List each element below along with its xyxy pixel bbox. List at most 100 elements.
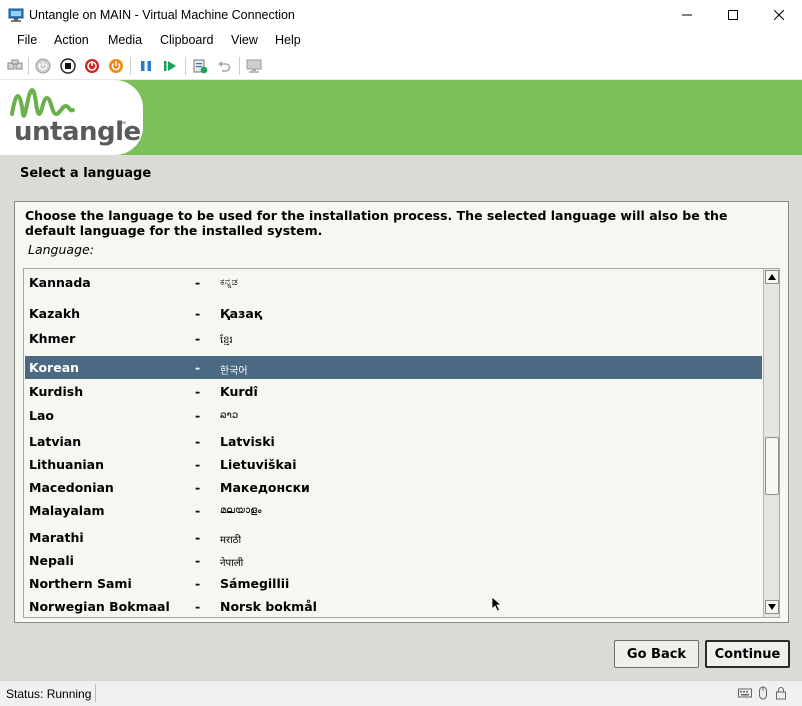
separator-dash: -: [195, 275, 201, 290]
enhanced-session-icon[interactable]: [245, 57, 263, 75]
separator-dash: -: [195, 306, 201, 321]
scroll-thumb[interactable]: [765, 437, 779, 495]
list-item[interactable]: Khmer - ខ្មែរ: [25, 327, 762, 350]
menu-clipboard[interactable]: Clipboard: [160, 33, 214, 47]
save-icon[interactable]: [107, 57, 125, 75]
shutdown-icon[interactable]: [83, 57, 101, 75]
vm-screen[interactable]: untangle ™ Select a language Choose the …: [0, 80, 802, 680]
lock-icon: [776, 687, 786, 700]
list-item[interactable]: Kurdish - Kurdî: [25, 380, 762, 403]
separator-dash: -: [195, 480, 201, 495]
language-name: Macedonian: [29, 480, 114, 495]
menu-view[interactable]: View: [231, 33, 258, 47]
language-name: Latvian: [29, 434, 82, 449]
native-name: Norsk bokmål: [220, 599, 317, 614]
list-item[interactable]: Malayalam - മലയാളം: [25, 499, 762, 522]
native-name: नेपाली: [220, 558, 244, 569]
maximize-button[interactable]: [710, 0, 756, 30]
language-name: Malayalam: [29, 503, 105, 518]
mouse-cursor-icon: [491, 596, 502, 612]
list-item[interactable]: Kannada - ಕನ್ನಡ: [25, 271, 762, 294]
list-item[interactable]: Macedonian - Македонски: [25, 476, 762, 499]
native-name: Қазақ: [220, 306, 263, 321]
language-name: Northern Sami: [29, 576, 132, 591]
separator-dash: -: [195, 599, 201, 614]
continue-button[interactable]: Continue: [705, 640, 790, 668]
go-back-button[interactable]: Go Back: [614, 640, 699, 668]
maximize-icon: [728, 10, 738, 20]
language-name: Kazakh: [29, 306, 81, 321]
page-title: Select a language: [20, 166, 152, 181]
separator-dash: -: [195, 434, 201, 449]
toolbar: [0, 52, 802, 80]
separator-dash: -: [195, 408, 201, 423]
language-name: Marathi: [29, 530, 84, 545]
pause-icon[interactable]: [137, 57, 155, 75]
status-bar: Status: Running: [0, 680, 802, 706]
title-bar: Untangle on MAIN - Virtual Machine Conne…: [0, 0, 802, 30]
menu-action[interactable]: Action: [54, 33, 89, 47]
arrow-up-icon: [768, 274, 776, 280]
menu-bar: File Action Media Clipboard View Help: [0, 30, 802, 52]
list-item[interactable]: Northern Sami - Sámegillii: [25, 572, 762, 595]
resume-icon[interactable]: [161, 57, 179, 75]
language-name: Kannada: [29, 275, 91, 290]
list-item-selected[interactable]: Korean - 한국어: [25, 356, 762, 379]
header-banner: untangle ™: [0, 80, 802, 155]
keyboard-icon: [738, 688, 752, 698]
native-name: 한국어: [220, 366, 248, 377]
list-item[interactable]: Lithuanian - Lietuviškai: [25, 453, 762, 476]
language-list[interactable]: Kannada - ಕನ್ನಡ Kazakh - Қазақ Khmer - ខ…: [23, 268, 780, 618]
native-name: Kurdî: [220, 384, 258, 399]
native-name: Sámegillii: [220, 576, 290, 591]
native-name: ລາວ: [220, 410, 239, 421]
language-name: Lithuanian: [29, 457, 104, 472]
arrow-down-icon: [768, 604, 776, 610]
list-item[interactable]: Nepali - नेपाली: [25, 549, 762, 572]
language-name: Norwegian Bokmaal: [29, 599, 170, 614]
minimize-button[interactable]: [664, 0, 710, 30]
separator-dash: -: [195, 384, 201, 399]
separator-dash: -: [195, 503, 201, 518]
separator-dash: -: [195, 530, 201, 545]
native-name: Latviski: [220, 434, 275, 449]
virtual-machine-icon: [8, 8, 24, 22]
checkpoint-icon[interactable]: [191, 57, 209, 75]
native-name: ಕನ್ನಡ: [220, 277, 238, 288]
toolbar-separator: [130, 57, 131, 75]
language-name: Lao: [29, 408, 54, 423]
list-item[interactable]: Latvian - Latviski: [25, 430, 762, 453]
toolbar-separator: [239, 57, 240, 75]
language-list-scrollbar[interactable]: [763, 269, 779, 617]
native-name: Македонски: [220, 480, 310, 495]
separator-dash: -: [195, 457, 201, 472]
window-title: Untangle on MAIN - Virtual Machine Conne…: [29, 8, 295, 22]
toolbar-separator: [185, 57, 186, 75]
separator-dash: -: [195, 331, 201, 346]
separator-dash: -: [195, 360, 201, 375]
logo-trademark: ™: [119, 121, 126, 128]
minimize-icon: [682, 14, 692, 16]
menu-file[interactable]: File: [17, 33, 37, 47]
list-item[interactable]: Marathi - मराठी: [25, 526, 762, 549]
revert-icon[interactable]: [215, 57, 233, 75]
language-name: Korean: [29, 360, 80, 375]
list-item[interactable]: Norwegian Bokmaal - Norsk bokmål: [25, 595, 762, 617]
language-name: Nepali: [29, 553, 74, 568]
menu-help[interactable]: Help: [275, 33, 301, 47]
close-button[interactable]: [756, 0, 802, 30]
menu-media[interactable]: Media: [108, 33, 142, 47]
turn-off-icon[interactable]: [59, 57, 77, 75]
list-item[interactable]: Kazakh - Қазақ: [25, 302, 762, 325]
start-icon[interactable]: [34, 57, 52, 75]
scroll-down-button[interactable]: [765, 600, 779, 614]
status-separator: [95, 684, 96, 702]
instruction-text: Choose the language to be used for the i…: [25, 208, 728, 238]
ctrl-alt-del-icon[interactable]: [6, 57, 24, 75]
toolbar-separator: [28, 57, 29, 75]
separator-dash: -: [195, 553, 201, 568]
language-name: Kurdish: [29, 384, 84, 399]
list-item[interactable]: Lao - ລາວ: [25, 404, 762, 427]
scroll-up-button[interactable]: [765, 270, 779, 284]
language-name: Khmer: [29, 331, 76, 346]
